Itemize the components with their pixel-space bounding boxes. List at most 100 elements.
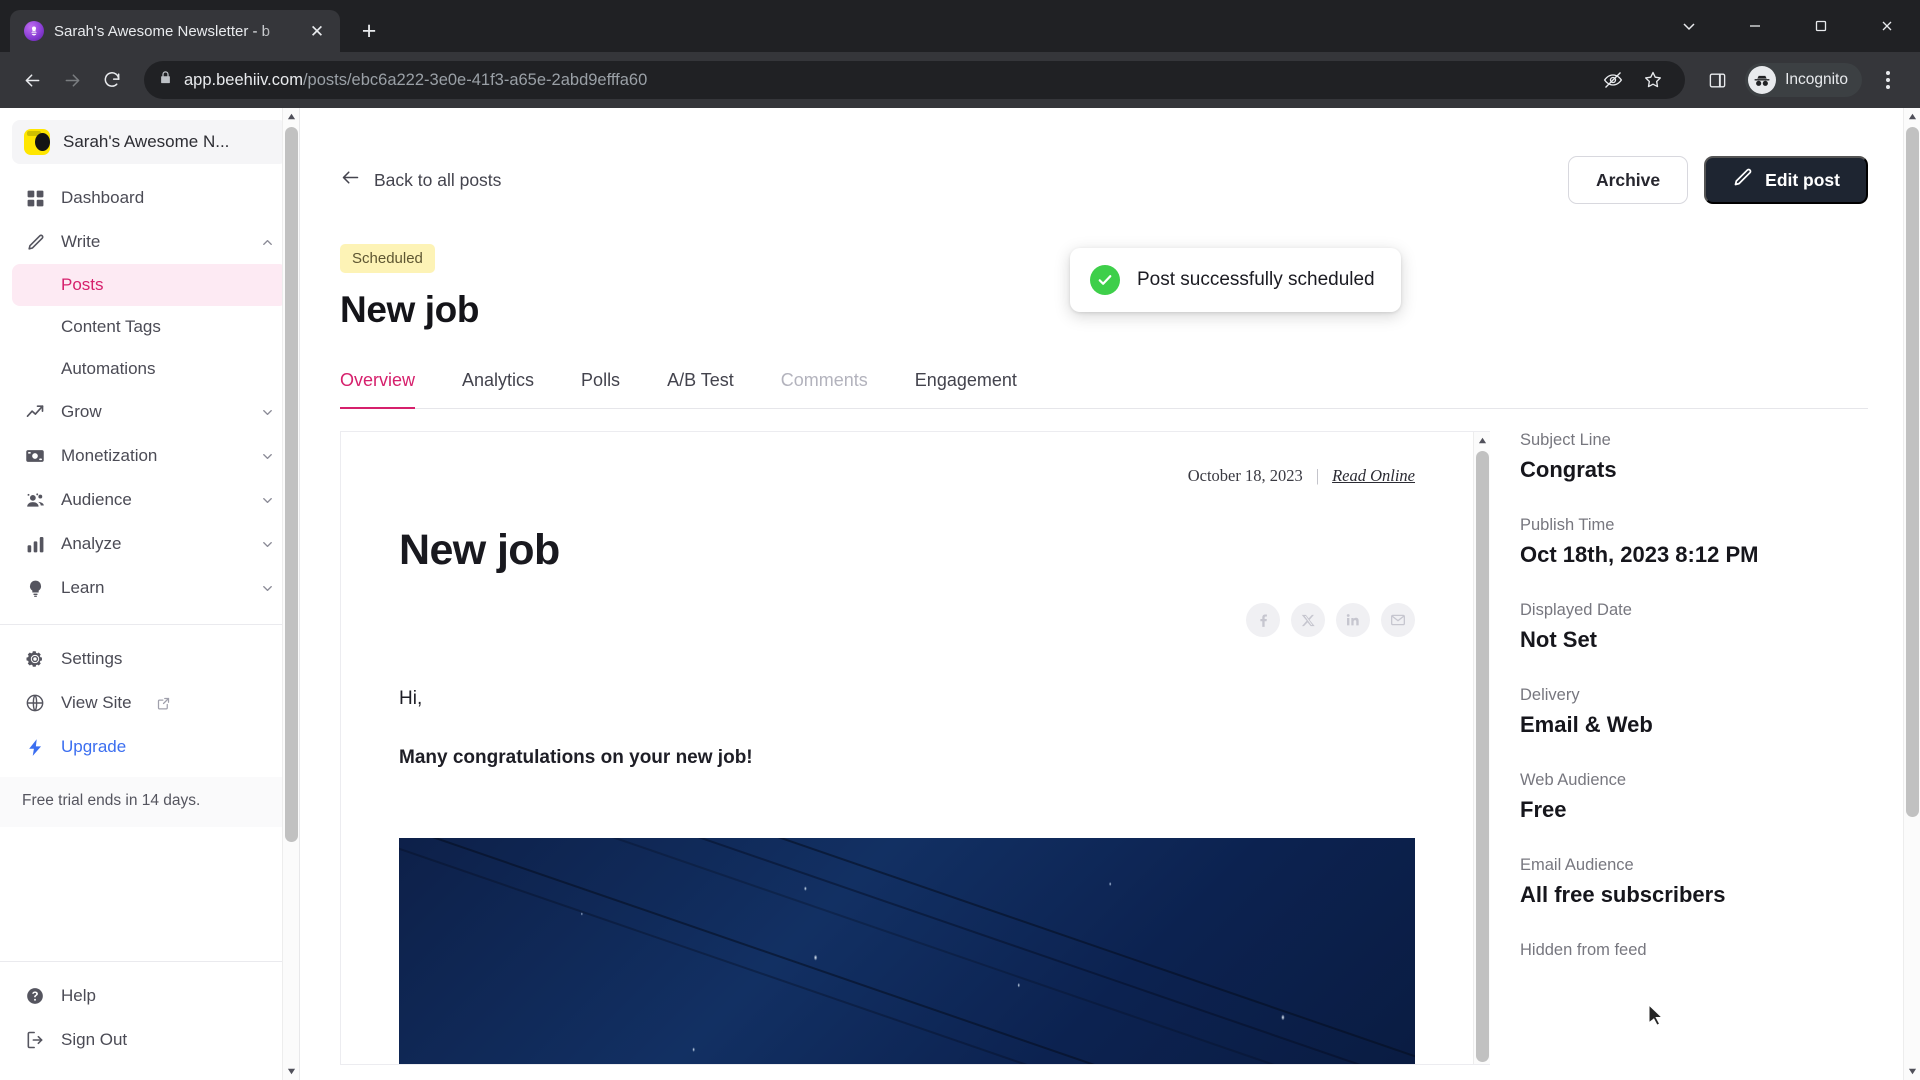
chevron-down-icon bbox=[260, 449, 275, 464]
info-value: Free bbox=[1520, 797, 1567, 822]
back-arrow-icon bbox=[340, 167, 361, 193]
sidebar-label: Sign Out bbox=[61, 1030, 128, 1049]
tab-polls[interactable]: Polls bbox=[581, 370, 620, 408]
sidebar-item-help[interactable]: Help bbox=[12, 974, 287, 1018]
sidebar-label: Grow bbox=[61, 402, 102, 421]
archive-button[interactable]: Archive bbox=[1567, 156, 1689, 204]
browser-window: Sarah's Awesome Newsletter - b ✕ + app.b… bbox=[0, 0, 1920, 1080]
eye-slash-icon[interactable] bbox=[1595, 62, 1631, 98]
sidebar-item-posts[interactable]: Posts bbox=[12, 264, 287, 306]
scroll-up-arrow-icon[interactable] bbox=[1474, 432, 1491, 449]
external-link-icon bbox=[156, 696, 171, 711]
email-meta-row: October 18, 2023 | Read Online bbox=[399, 466, 1415, 486]
sidebar-item-monetization[interactable]: Monetization bbox=[12, 434, 287, 478]
linkedin-icon[interactable] bbox=[1336, 603, 1370, 637]
sidebar-item-automations[interactable]: Automations bbox=[12, 348, 287, 390]
window-close-icon[interactable] bbox=[1854, 0, 1920, 52]
sidebar-item-dashboard[interactable]: Dashboard bbox=[12, 176, 287, 220]
scroll-up-arrow-icon[interactable] bbox=[1904, 108, 1920, 125]
scroll-down-arrow-icon[interactable] bbox=[283, 1063, 300, 1080]
page-scrollbar[interactable] bbox=[1903, 108, 1920, 1080]
help-circle-icon bbox=[24, 985, 46, 1007]
incognito-indicator[interactable]: Incognito bbox=[1745, 63, 1862, 97]
read-online-link[interactable]: Read Online bbox=[1332, 466, 1415, 486]
tab-overview[interactable]: Overview bbox=[340, 370, 416, 409]
sidebar-item-sign-out[interactable]: Sign Out bbox=[12, 1018, 287, 1062]
sidebar-item-upgrade[interactable]: Upgrade bbox=[12, 725, 287, 769]
kebab-menu-icon[interactable] bbox=[1870, 62, 1906, 98]
minimize-icon[interactable] bbox=[1722, 0, 1788, 52]
publication-switcher[interactable]: Sarah's Awesome N... bbox=[12, 120, 287, 164]
maximize-icon[interactable] bbox=[1788, 0, 1854, 52]
tab-ab-test[interactable]: A/B Test bbox=[667, 370, 734, 408]
tab-analytics[interactable]: Analytics bbox=[462, 370, 534, 408]
email-preview-content: October 18, 2023 | Read Online New job H… bbox=[341, 432, 1473, 1064]
info-field: Web Audience Free bbox=[1520, 771, 1920, 823]
email-heading: New job bbox=[399, 526, 560, 574]
pencil-icon bbox=[24, 231, 46, 253]
facebook-icon[interactable] bbox=[1246, 603, 1280, 637]
scroll-up-arrow-icon[interactable] bbox=[283, 108, 300, 125]
trend-up-icon bbox=[24, 401, 46, 423]
people-icon bbox=[24, 489, 46, 511]
overview-body: October 18, 2023 | Read Online New job H… bbox=[300, 409, 1920, 1065]
chevron-down-icon bbox=[260, 537, 275, 552]
sidebar-scroll-thumb[interactable] bbox=[284, 127, 298, 842]
check-circle-icon bbox=[1090, 265, 1120, 295]
content-tabs: Overview Analytics Polls A/B Test Commen… bbox=[340, 370, 1868, 409]
lightbulb-icon bbox=[24, 577, 46, 599]
sidebar-scroll-track[interactable] bbox=[283, 125, 300, 1063]
info-field: Displayed Date Not Set bbox=[1520, 601, 1920, 653]
scroll-down-arrow-icon[interactable] bbox=[1904, 1063, 1920, 1080]
preview-scroll-track[interactable] bbox=[1474, 449, 1491, 1064]
sidebar-label: Settings bbox=[61, 649, 123, 668]
chevron-down-icon bbox=[260, 581, 275, 596]
tab-engagement[interactable]: Engagement bbox=[915, 370, 1017, 408]
browser-tab[interactable]: Sarah's Awesome Newsletter - b ✕ bbox=[10, 10, 340, 52]
tab-comments: Comments bbox=[780, 370, 868, 390]
tab-strip: Sarah's Awesome Newsletter - b ✕ + bbox=[0, 0, 1920, 52]
sidebar-item-analyze[interactable]: Analyze bbox=[12, 522, 287, 566]
address-bar[interactable]: app.beehiiv.com/posts/ebc6a222-3e0e-41f3… bbox=[144, 61, 1686, 99]
sidebar-item-content-tags[interactable]: Content Tags bbox=[12, 306, 287, 348]
sidebar-scrollbar[interactable] bbox=[282, 108, 299, 1080]
x-twitter-icon[interactable] bbox=[1291, 603, 1325, 637]
edit-post-button[interactable]: Edit post bbox=[1704, 156, 1868, 204]
info-value: Congrats bbox=[1520, 457, 1617, 482]
preview-scroll-thumb[interactable] bbox=[1475, 451, 1489, 1062]
edit-post-label: Edit post bbox=[1765, 169, 1840, 190]
preview-scrollbar[interactable] bbox=[1473, 432, 1490, 1064]
email-date: October 18, 2023 bbox=[1187, 466, 1303, 485]
gear-icon bbox=[24, 648, 46, 670]
url-text: app.beehiiv.com/posts/ebc6a222-3e0e-41f3… bbox=[184, 71, 647, 90]
tab-search-icon[interactable] bbox=[1656, 0, 1722, 52]
info-field: Subject Line Congrats bbox=[1520, 431, 1920, 483]
new-tab-button[interactable]: + bbox=[352, 14, 386, 48]
close-icon[interactable]: ✕ bbox=[304, 18, 330, 44]
back-arrow-icon[interactable] bbox=[14, 62, 50, 98]
back-to-all-posts-button[interactable]: Back to all posts bbox=[340, 167, 501, 193]
sidebar-item-write[interactable]: Write bbox=[12, 220, 287, 264]
sidebar-item-view-site[interactable]: View Site bbox=[12, 681, 287, 725]
reload-icon[interactable] bbox=[94, 62, 130, 98]
sidebar-footer: Help Sign Out bbox=[0, 961, 299, 1080]
star-icon[interactable] bbox=[1635, 62, 1671, 98]
side-panel-icon[interactable] bbox=[1699, 62, 1735, 98]
page-scroll-track[interactable] bbox=[1904, 125, 1920, 1063]
sidebar-label: Write bbox=[61, 232, 101, 251]
night-sky-photo bbox=[399, 838, 1415, 1064]
sidebar-item-audience[interactable]: Audience bbox=[12, 478, 287, 522]
page-scroll-thumb[interactable] bbox=[1905, 127, 1919, 817]
info-field: Hidden from feed bbox=[1520, 941, 1920, 960]
email-icon[interactable] bbox=[1381, 603, 1415, 637]
info-label: Email Audience bbox=[1520, 856, 1634, 874]
bar-chart-icon bbox=[24, 533, 46, 555]
sidebar-item-learn[interactable]: Learn bbox=[12, 566, 287, 610]
sidebar-label: Dashboard bbox=[61, 188, 145, 207]
email-greeting: Hi, bbox=[399, 688, 423, 709]
info-field: Publish Time Oct 18th, 2023 8:12 PM bbox=[1520, 516, 1920, 568]
sidebar-item-settings[interactable]: Settings bbox=[12, 637, 287, 681]
page-topbar: Back to all posts Archive Edit post bbox=[300, 154, 1920, 206]
sidebar-item-grow[interactable]: Grow bbox=[12, 390, 287, 434]
sidebar-label: Automations bbox=[61, 359, 156, 378]
